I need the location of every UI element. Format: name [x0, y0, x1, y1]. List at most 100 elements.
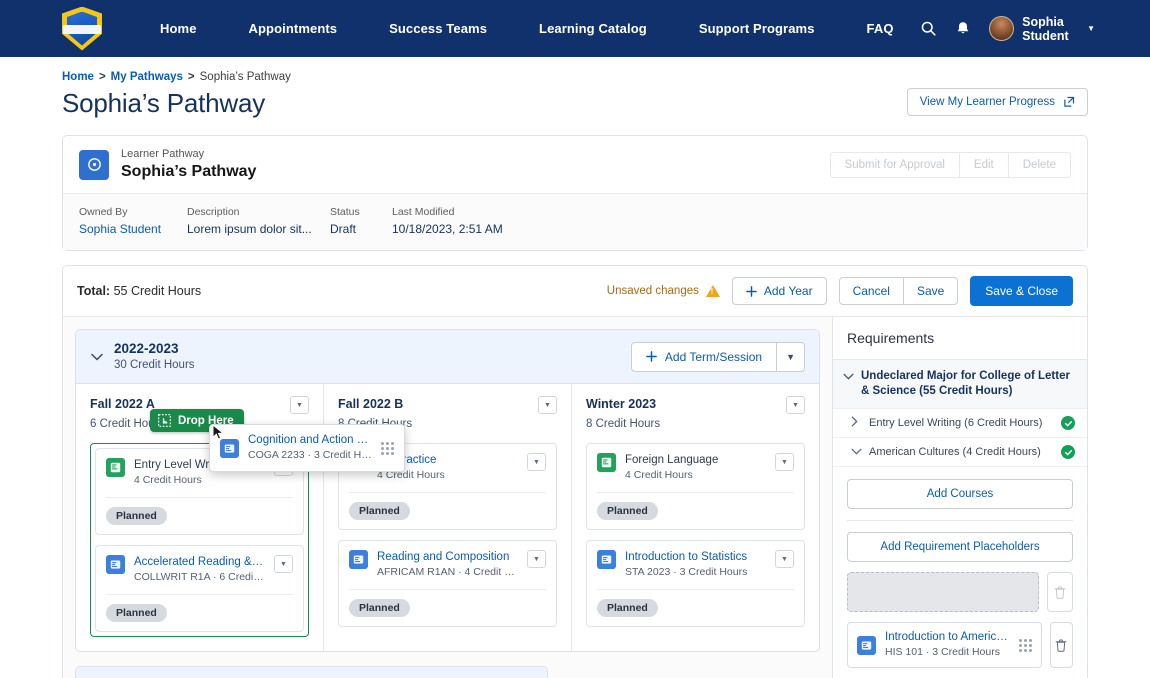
- term-credit-hours: 8 Credit Hours: [586, 415, 660, 433]
- year-menu-button[interactable]: ▼: [777, 342, 805, 372]
- course-text: Reading and Composition AFRICAM R1AN · 4…: [377, 550, 518, 580]
- status-badge: Planned: [597, 599, 658, 617]
- pathway-detail-card: Learner Pathway Sophia’s Pathway Submit …: [62, 135, 1088, 251]
- planner-toolbar: Total: 55 Credit Hours Unsaved changes A…: [63, 266, 1087, 317]
- course-text: Introduction to American C... HIS 101 · …: [885, 630, 1010, 660]
- requirement-row-entry-level-writing[interactable]: Entry Level Writing (6 Credit Hours): [833, 409, 1087, 438]
- submit-for-approval-button[interactable]: Submit for Approval: [830, 152, 960, 178]
- drag-grip-icon[interactable]: [1019, 639, 1032, 652]
- empty-drop-slot[interactable]: [847, 572, 1039, 612]
- breadcrumb-home[interactable]: Home: [62, 71, 94, 83]
- total-value: 55 Credit Hours: [114, 284, 202, 298]
- course-card[interactable]: Accelerated Reading & Comp... COLLWRIT R…: [95, 545, 304, 632]
- field-value[interactable]: Sophia Student: [79, 220, 187, 238]
- course-menu-button[interactable]: ▼: [527, 453, 546, 471]
- add-courses-button[interactable]: Add Courses: [847, 479, 1073, 509]
- search-icon[interactable]: [920, 18, 937, 40]
- delete-course-button[interactable]: [1050, 622, 1073, 668]
- view-learner-progress-button[interactable]: View My Learner Progress: [907, 88, 1088, 116]
- chevron-right-icon[interactable]: [851, 416, 861, 430]
- course-icon: [857, 636, 876, 655]
- course-name[interactable]: Reading and Composition: [377, 550, 518, 565]
- course-name: Cognition and Action Clust...: [248, 433, 372, 448]
- course-menu-button[interactable]: ▼: [775, 550, 794, 568]
- course-footer: Planned: [349, 589, 546, 626]
- term-menu-button[interactable]: ▼: [786, 396, 805, 414]
- status-badge: Planned: [106, 507, 167, 525]
- chevron-down-icon: ▼: [1087, 24, 1095, 33]
- course-menu-button[interactable]: ▼: [527, 550, 546, 568]
- course-card[interactable]: Reading and Composition AFRICAM R1AN · 4…: [338, 540, 557, 627]
- drag-grip-icon[interactable]: [381, 442, 394, 455]
- term-dropzone[interactable]: Entry Level Writing 4 Credit Hours ▼ Pla…: [90, 443, 309, 637]
- drag-ghost-card[interactable]: Cognition and Action Clust... COGA 2233 …: [209, 424, 405, 472]
- course-header: Reading and Composition AFRICAM R1AN · 4…: [349, 550, 546, 589]
- delete-slot-button[interactable]: [1047, 572, 1073, 612]
- course-menu-button[interactable]: ▼: [775, 453, 794, 471]
- breadcrumb-separator-2: >: [188, 71, 195, 83]
- nav-item-learning-catalog[interactable]: Learning Catalog: [513, 15, 673, 42]
- requirements-body: Add Courses Add Requirement Placeholders: [833, 467, 1087, 678]
- nav-item-faq[interactable]: FAQ: [841, 15, 920, 42]
- primary-nav-links: Home Appointments Success Teams Learning…: [134, 15, 920, 42]
- nav-item-appointments[interactable]: Appointments: [223, 15, 364, 42]
- mouse-pointer-icon: [212, 424, 225, 446]
- course-menu-button[interactable]: ▼: [274, 555, 293, 573]
- year-block-2023-2024: 2023-2024 25 Credit Hours Add Term/Sessi…: [75, 666, 548, 678]
- course-meta: STA 2023 · 3 Credit Hours: [625, 565, 766, 580]
- edit-button[interactable]: Edit: [960, 152, 1009, 178]
- plus-icon: [646, 351, 657, 362]
- save-button[interactable]: Save: [904, 277, 958, 305]
- delete-button[interactable]: Delete: [1009, 152, 1071, 178]
- field-label: Description: [187, 204, 330, 220]
- trash-icon: [1054, 586, 1066, 599]
- requirements-header: Requirements: [833, 317, 1087, 360]
- course-header: Foreign Language 4 Credit Hours ▼: [597, 453, 794, 492]
- requirement-major-label: Undeclared Major for College of Letter &…: [861, 369, 1073, 399]
- field-value: Lorem ipsum dolor sit...: [187, 220, 330, 238]
- term-dropzone[interactable]: Foreign Language 4 Credit Hours ▼ Planne…: [586, 443, 805, 627]
- requirement-course-icon: [597, 453, 616, 472]
- breadcrumb-separator: >: [99, 71, 106, 83]
- chevron-down-icon[interactable]: [90, 353, 104, 361]
- course-card[interactable]: Introduction to Statistics STA 2023 · 3 …: [586, 540, 805, 627]
- detail-header: Learner Pathway Sophia’s Pathway Submit …: [63, 136, 1087, 193]
- bell-icon[interactable]: [955, 18, 972, 40]
- add-year-label: Add Year: [764, 284, 813, 298]
- nav-item-support-programs[interactable]: Support Programs: [673, 15, 841, 42]
- warning-triangle-icon: [706, 285, 720, 297]
- term-menu-button[interactable]: ▼: [538, 396, 557, 414]
- course-name[interactable]: Introduction to American C...: [885, 630, 1010, 645]
- course-name[interactable]: Introduction to Statistics: [625, 550, 766, 565]
- add-requirement-placeholders-button[interactable]: Add Requirement Placeholders: [847, 532, 1073, 562]
- course-text: Introduction to Statistics STA 2023 · 3 …: [625, 550, 766, 580]
- requirements-panel: Requirements Undeclared Major for Colleg…: [832, 317, 1087, 678]
- term-menu-button[interactable]: ▼: [290, 396, 309, 414]
- add-term-session-button[interactable]: Add Term/Session: [631, 342, 777, 372]
- status-badge: Planned: [349, 599, 410, 617]
- course-footer: Planned: [106, 594, 293, 631]
- field-value: Draft: [330, 220, 392, 238]
- shield-logo[interactable]: [62, 7, 106, 51]
- planner-toolbar-actions: Unsaved changes Add Year Cancel Save Sav…: [607, 276, 1073, 306]
- detail-title-block: Learner Pathway Sophia’s Pathway: [121, 147, 830, 182]
- nav-item-home[interactable]: Home: [134, 15, 223, 42]
- course-card[interactable]: Foreign Language 4 Credit Hours ▼ Planne…: [586, 443, 805, 530]
- requirement-row-american-cultures[interactable]: American Cultures (4 Credit Hours): [833, 438, 1087, 467]
- requirement-course-icon: [106, 458, 125, 477]
- user-menu[interactable]: Sophia Student ▼: [989, 15, 1095, 43]
- course-name[interactable]: Accelerated Reading & Comp...: [134, 555, 265, 570]
- chevron-down-icon[interactable]: [851, 446, 861, 458]
- requirement-major-row[interactable]: Undeclared Major for College of Letter &…: [833, 360, 1087, 409]
- add-term-session-label: Add Term/Session: [665, 350, 762, 364]
- breadcrumb-current: Sophia’s Pathway: [200, 71, 291, 83]
- nav-item-success-teams[interactable]: Success Teams: [363, 15, 513, 42]
- add-year-button[interactable]: Add Year: [732, 277, 827, 305]
- save-and-close-button[interactable]: Save & Close: [970, 276, 1073, 306]
- chevron-down-icon[interactable]: [843, 371, 853, 383]
- breadcrumb-my-pathways[interactable]: My Pathways: [111, 71, 183, 83]
- breadcrumb: Home > My Pathways > Sophia’s Pathway: [62, 57, 1088, 83]
- cancel-button[interactable]: Cancel: [839, 277, 904, 305]
- requirement-course-card[interactable]: Introduction to American C... HIS 101 · …: [847, 622, 1042, 668]
- field-label: Last Modified: [392, 204, 503, 220]
